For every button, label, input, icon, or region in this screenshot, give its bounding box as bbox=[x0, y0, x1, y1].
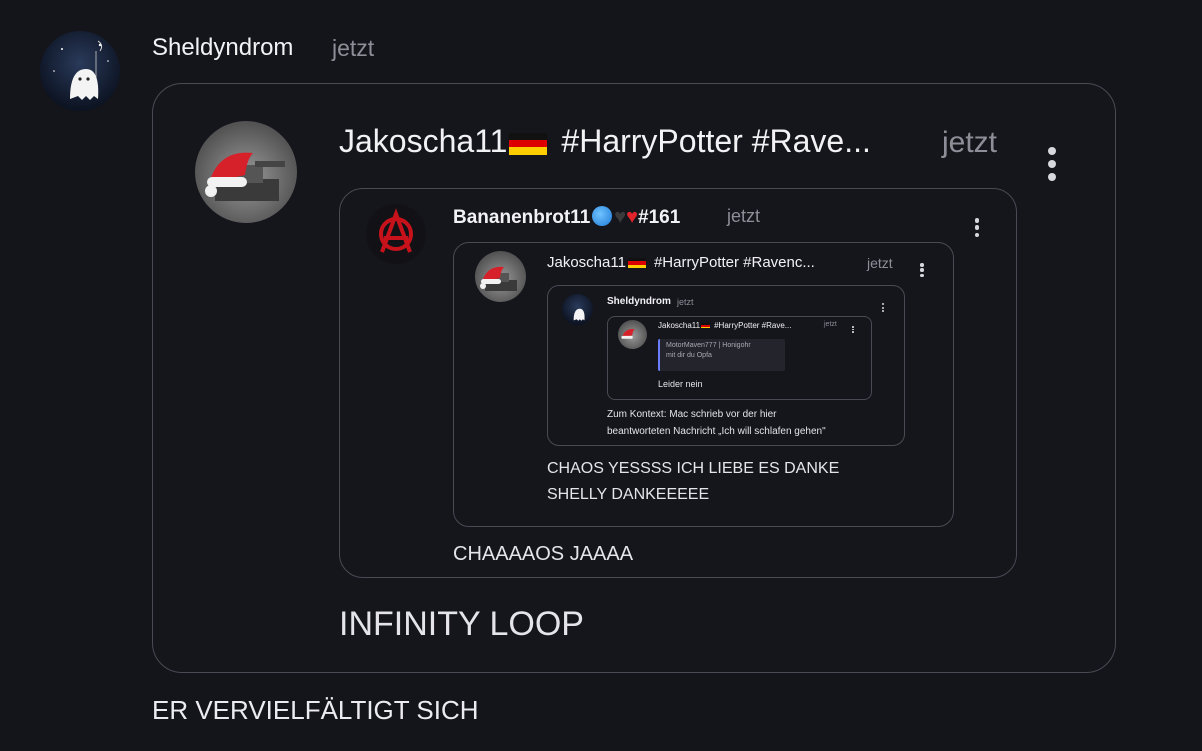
ghost-icon bbox=[53, 40, 109, 100]
globe-emoji-icon bbox=[592, 206, 613, 226]
outer-message-body: ER VERVIELFÄLTIGT SICH bbox=[152, 695, 479, 725]
avatar-jakoscha11-level5[interactable] bbox=[618, 320, 647, 349]
level4-author-name[interactable]: Sheldyndrom bbox=[607, 296, 671, 307]
avatar-jakoscha11[interactable] bbox=[195, 121, 297, 223]
avatar-bananenbrot11[interactable] bbox=[366, 204, 426, 264]
quote-author: MotorMaven777 | Honigohr bbox=[666, 342, 751, 349]
level2-more-options-button[interactable] bbox=[972, 218, 982, 237]
avatar-sheldyndrom[interactable] bbox=[40, 31, 120, 111]
level4-message-line2: beantworteten Nachricht „Ich will schlaf… bbox=[607, 426, 826, 437]
level5-author-name: Jakoscha11 bbox=[658, 321, 701, 330]
level2-timestamp: jetzt bbox=[727, 206, 761, 226]
level3-timestamp: jetzt bbox=[867, 255, 893, 271]
level3-author-line[interactable]: Jakoscha11 #HarryPotter #Ravenc... bbox=[547, 254, 815, 271]
level1-message-body: INFINITY LOOP bbox=[339, 605, 584, 643]
level3-message-line2: SHELLY DANKEEEEE bbox=[547, 486, 710, 503]
anarchy-symbol-icon bbox=[379, 208, 413, 253]
level2-message-body: CHAAAAOS JAAAA bbox=[453, 543, 634, 565]
germany-flag-icon bbox=[509, 132, 548, 155]
black-heart-icon: ♥ bbox=[614, 206, 627, 228]
level3-message-line1: CHAOS YESSSS ICH LIEBE ES DANKE bbox=[547, 460, 840, 477]
outer-author-name[interactable]: Sheldyndrom bbox=[152, 34, 293, 62]
santa-hat-icon bbox=[480, 266, 517, 291]
level1-author-name: Jakoscha11 bbox=[339, 123, 508, 159]
level4-more-options-button[interactable] bbox=[880, 303, 885, 312]
ghost-icon bbox=[573, 308, 585, 321]
level5-timestamp: jetzt bbox=[824, 321, 837, 328]
germany-flag-icon bbox=[701, 323, 711, 329]
level1-more-options-button[interactable] bbox=[1045, 147, 1059, 181]
reply-quote-block[interactable]: MotorMaven777 | Honigohr mit dir du Opfa bbox=[658, 339, 785, 371]
santa-hat-icon bbox=[205, 152, 285, 201]
level5-hashtags: #HarryPotter #Rave... bbox=[714, 321, 792, 330]
red-heart-icon: ♥ bbox=[626, 206, 639, 228]
santa-hat-icon bbox=[621, 328, 635, 339]
level2-suffix: #161 bbox=[638, 207, 681, 228]
quote-text: mit dir du Opfa bbox=[666, 352, 712, 359]
level5-message-body: Leider nein bbox=[658, 379, 703, 389]
level1-timestamp: jetzt bbox=[942, 126, 998, 159]
level2-author-name: Bananenbrot11 bbox=[453, 207, 591, 228]
level3-more-options-button[interactable] bbox=[918, 263, 926, 277]
level3-hashtags: #HarryPotter #Ravenc... bbox=[653, 254, 815, 271]
avatar-jakoscha11-level3[interactable] bbox=[475, 251, 526, 302]
level4-timestamp: jetzt bbox=[677, 297, 694, 307]
avatar-sheldyndrom-level4[interactable] bbox=[562, 294, 593, 325]
level1-hashtags: #HarryPotter #Rave... bbox=[561, 123, 871, 159]
level1-author-line[interactable]: Jakoscha11 #HarryPotter #Rave... bbox=[339, 123, 871, 160]
level2-author-line[interactable]: Bananenbrot11 ♥♥#161 bbox=[453, 206, 680, 229]
level5-more-options-button[interactable] bbox=[851, 326, 855, 333]
outer-timestamp: jetzt bbox=[332, 35, 375, 61]
germany-flag-icon bbox=[627, 258, 646, 269]
level5-author-line[interactable]: Jakoscha11 #HarryPotter #Rave... bbox=[658, 321, 791, 330]
level4-message-line1: Zum Kontext: Mac schrieb vor der hier bbox=[607, 409, 777, 420]
level3-author-name: Jakoscha11 bbox=[547, 254, 626, 271]
